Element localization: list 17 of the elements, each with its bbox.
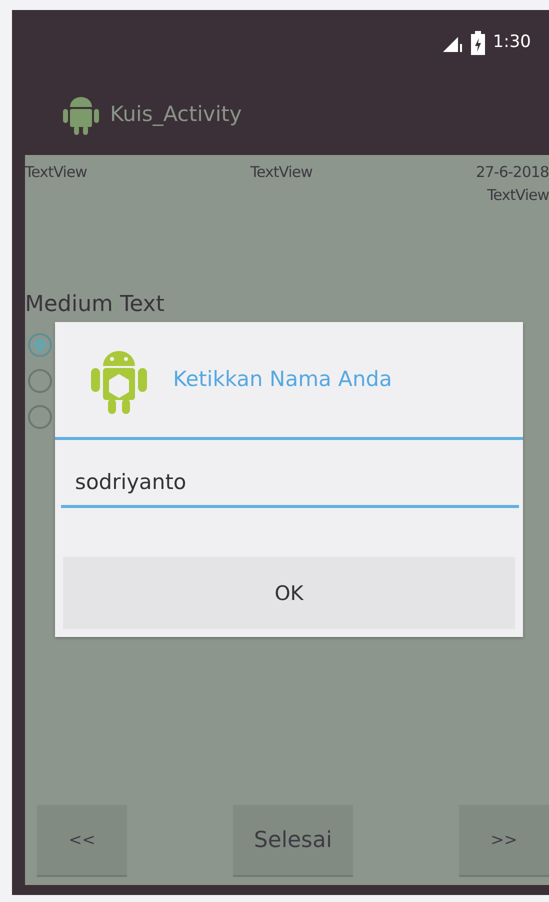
clock-time: 1:30	[492, 30, 531, 54]
question-text: Medium Text	[25, 291, 166, 319]
text-view: TextView	[25, 162, 87, 183]
text-view: TextView	[250, 162, 312, 183]
nav-button[interactable]: >>	[459, 805, 549, 877]
app-title: Kuis_Activity	[110, 101, 242, 128]
text-view: TextView	[487, 184, 549, 206]
name-input-field[interactable]: sodriyanto	[61, 458, 519, 508]
ok-button[interactable]: OK	[63, 557, 515, 629]
battery-icon	[470, 30, 485, 54]
radio-button[interactable]	[28, 405, 52, 429]
nav-button[interactable]: Selesai	[233, 805, 353, 877]
radio-button[interactable]	[28, 333, 52, 357]
date-text: 27-6-2018	[476, 162, 549, 183]
radio-button[interactable]	[28, 369, 52, 393]
dialog-title: Ketikkan Nama Anda	[173, 366, 392, 393]
nav-button[interactable]: <<	[37, 805, 127, 877]
